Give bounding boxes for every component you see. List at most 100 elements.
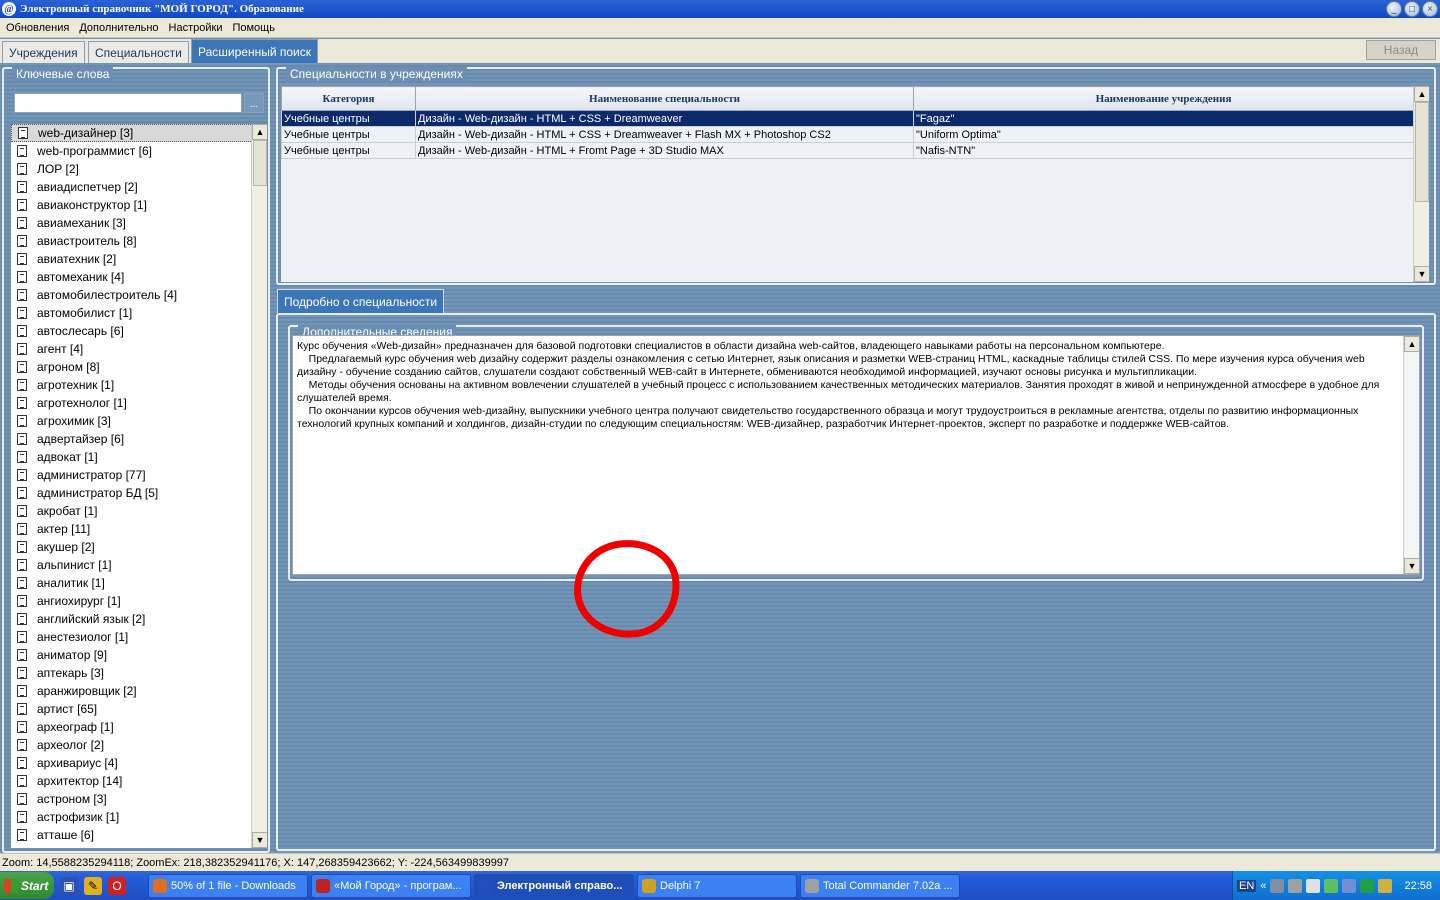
keyword-item[interactable]: архитектор [14] [11, 772, 267, 790]
tab-specialty-details[interactable]: Подробно о специальности [277, 289, 445, 313]
keyword-item[interactable]: администратор БД [5] [11, 484, 267, 502]
save-icon[interactable]: ▣ [60, 876, 78, 895]
tray-expand-icon[interactable]: « [1260, 880, 1266, 892]
minimize-button[interactable]: _ [1386, 1, 1402, 17]
keyword-item[interactable]: артист [65] [11, 700, 267, 718]
keyword-item[interactable]: археолог [2] [11, 736, 267, 754]
keyword-item[interactable]: аптекарь [3] [11, 664, 267, 682]
keyword-item[interactable]: адвертайзер [6] [11, 430, 267, 448]
keyword-item[interactable]: астрофизик [1] [11, 808, 267, 826]
scroll-thumb[interactable] [253, 140, 267, 186]
document-icon [17, 541, 27, 553]
description-scrollbar[interactable]: ▲ ▼ [1403, 336, 1419, 574]
table-row[interactable]: Учебные центры Дизайн - Web-дизайн - HTML… [281, 110, 1414, 127]
keyword-item[interactable]: web-программист [6] [11, 142, 267, 160]
keyword-item[interactable]: авиаконструктор [1] [11, 196, 267, 214]
description-text[interactable]: Курс обучения «Web-дизайн» предназначен … [292, 335, 1420, 575]
keyword-item[interactable]: агент [4] [11, 340, 267, 358]
language-indicator[interactable]: EN [1237, 879, 1257, 892]
keyword-item[interactable]: ЛОР [2] [11, 160, 267, 178]
display-icon[interactable] [1342, 878, 1357, 893]
document-icon [17, 199, 27, 211]
taskbar-button[interactable]: 50% of 1 file - Downloads [148, 874, 308, 898]
keyword-label: web-дизайнер [3] [38, 126, 134, 140]
menu-help[interactable]: Помощь [228, 22, 279, 34]
keyword-item[interactable]: авиатехник [2] [11, 250, 267, 268]
keyword-item[interactable]: агрохимик [3] [11, 412, 267, 430]
keyword-label: археолог [2] [37, 738, 105, 752]
keyword-item[interactable]: аниматор [9] [11, 646, 267, 664]
taskbar-button[interactable]: Delphi 7 [637, 874, 797, 898]
keyword-item[interactable]: акробат [1] [11, 502, 267, 520]
keyword-item[interactable]: ангиохирург [1] [11, 592, 267, 610]
back-button[interactable]: Назад [1366, 40, 1436, 60]
monitor-icon[interactable] [1288, 878, 1303, 893]
scroll-down-icon[interactable]: ▼ [1404, 558, 1419, 574]
menu-additional[interactable]: Дополнительно [75, 22, 162, 34]
tab-institutions[interactable]: Учреждения [2, 41, 85, 63]
keyword-item[interactable]: английский язык [2] [11, 610, 267, 628]
column-header-institution[interactable]: Наименование учреждения [913, 86, 1414, 111]
keyword-item[interactable]: агроном [8] [11, 358, 267, 376]
taskbar-button[interactable]: «Мой Город» - програм... [311, 874, 471, 898]
bluetooth-icon[interactable] [1360, 878, 1375, 893]
keyword-item[interactable]: автомобилестроитель [4] [11, 286, 267, 304]
scroll-up-icon[interactable]: ▲ [1404, 336, 1419, 352]
keyword-item[interactable]: автомобилист [1] [11, 304, 267, 322]
keyword-search-input[interactable] [14, 93, 242, 113]
column-header-specialty[interactable]: Наименование специальности [415, 86, 914, 111]
keyboard-icon[interactable] [1306, 878, 1321, 893]
details-panel: Дополнительные сведения Курс обучения «W… [276, 313, 1436, 851]
keyword-item[interactable]: альпинист [1] [11, 556, 267, 574]
lock-icon[interactable] [1378, 878, 1393, 893]
keyword-item[interactable]: астроном [3] [11, 790, 267, 808]
keyword-item[interactable]: аналитик [1] [11, 574, 267, 592]
keyword-item[interactable]: web-дизайнер [3] [11, 124, 267, 142]
keyword-item[interactable]: анестезиолог [1] [11, 628, 267, 646]
keyword-item[interactable]: администратор [77] [11, 466, 267, 484]
keyword-item[interactable]: автомеханик [4] [11, 268, 267, 286]
close-button[interactable]: × [1422, 1, 1438, 17]
keyword-item[interactable]: авиадиспетчер [2] [11, 178, 267, 196]
keyword-item[interactable]: акушер [2] [11, 538, 267, 556]
menu-settings[interactable]: Настройки [165, 22, 227, 34]
tool-icon[interactable]: ✎ [84, 876, 102, 895]
table-row[interactable]: Учебные центры Дизайн - Web-дизайн - HTML… [281, 142, 1414, 159]
scroll-thumb[interactable] [1415, 102, 1429, 202]
keyword-item[interactable]: аранжировщик [2] [11, 682, 267, 700]
keyword-item[interactable]: археограф [1] [11, 718, 267, 736]
table-row[interactable]: Учебные центры Дизайн - Web-дизайн - HTML… [281, 126, 1414, 143]
keyword-item[interactable]: актер [11] [11, 520, 267, 538]
keyword-item[interactable]: автослесарь [6] [11, 322, 267, 340]
tab-advanced-search[interactable]: Расширенный поиск [191, 39, 318, 63]
wifi-icon[interactable] [1324, 878, 1339, 893]
keyword-item[interactable]: атташе [6] [11, 826, 267, 844]
keyword-label: web-программист [6] [37, 144, 152, 158]
maximize-button[interactable]: □ [1404, 1, 1420, 17]
document-icon [17, 577, 27, 589]
keyword-search-button[interactable]: ... [244, 93, 264, 113]
windows-flag-icon [4, 878, 18, 893]
taskbar-button[interactable]: Электронный справо... [474, 874, 634, 898]
column-header-category[interactable]: Категория [281, 86, 416, 111]
menu-updates[interactable]: Обновления [2, 22, 73, 34]
scroll-down-icon[interactable]: ▼ [1414, 266, 1429, 282]
grid-scrollbar[interactable]: ▲ ▼ [1413, 86, 1429, 282]
keyword-item[interactable]: авиамеханик [3] [11, 214, 267, 232]
keyword-list[interactable]: ▲ ▼ web-дизайнер [3] web-программист [6] Л… [10, 123, 268, 849]
opera-icon[interactable]: O [108, 876, 126, 895]
start-button[interactable]: Start [0, 872, 54, 899]
scroll-up-icon[interactable]: ▲ [252, 124, 267, 140]
tab-specialties[interactable]: Специальности [88, 41, 189, 63]
keyword-item[interactable]: адвокат [1] [11, 448, 267, 466]
keyword-item[interactable]: авиастроитель [8] [11, 232, 267, 250]
keyword-item[interactable]: агротехнолог [1] [11, 394, 267, 412]
keyword-label: администратор [77] [37, 468, 146, 482]
keyword-item[interactable]: архивариус [4] [11, 754, 267, 772]
taskbar-button[interactable]: Total Commander 7.02a ... [800, 874, 960, 898]
network-icon[interactable] [1270, 878, 1285, 893]
scroll-up-icon[interactable]: ▲ [1414, 86, 1429, 102]
keyword-list-scrollbar[interactable]: ▲ ▼ [251, 124, 267, 848]
keyword-item[interactable]: агротехник [1] [11, 376, 267, 394]
scroll-down-icon[interactable]: ▼ [252, 832, 267, 848]
